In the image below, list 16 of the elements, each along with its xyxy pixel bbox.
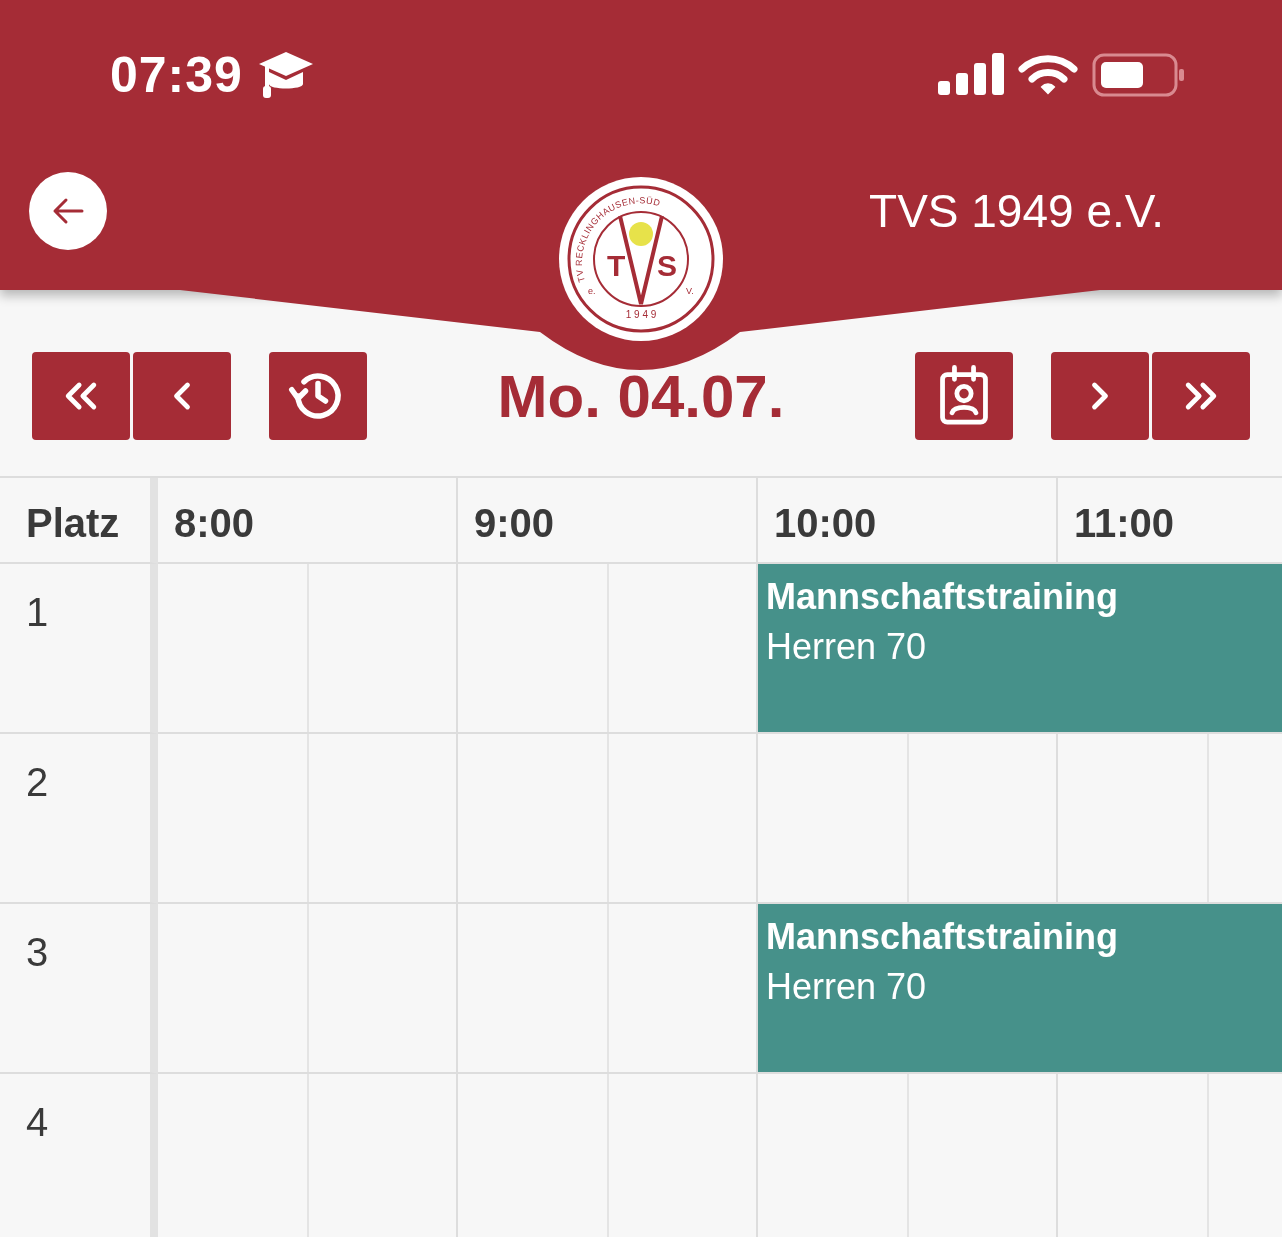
- booking-subtitle: Herren 70: [766, 626, 928, 668]
- hour-header: 8:00: [158, 478, 458, 564]
- court-cell: 4: [0, 1074, 158, 1237]
- status-time: 07:39: [110, 46, 243, 104]
- court-cell: 1: [0, 564, 158, 734]
- court-cell: 2: [0, 734, 158, 904]
- booking-subtitle: Herren 70: [766, 966, 928, 1008]
- date-label: Mo. 04.07.: [496, 361, 786, 431]
- hour-header: 9:00: [458, 478, 758, 564]
- court-cell: 3: [0, 904, 158, 1074]
- booking-title: Mannschaftstraining: [766, 576, 1120, 618]
- booking-block[interactable]: Mannschaftstraining Herren 70: [758, 904, 1282, 1074]
- booking-block[interactable]: Mannschaftstraining Herren 70: [758, 564, 1282, 734]
- booking-title: Mannschaftstraining: [766, 916, 1120, 958]
- column-header: Platz: [0, 478, 158, 564]
- club-title: TVS 1949 e.V.: [869, 184, 1164, 238]
